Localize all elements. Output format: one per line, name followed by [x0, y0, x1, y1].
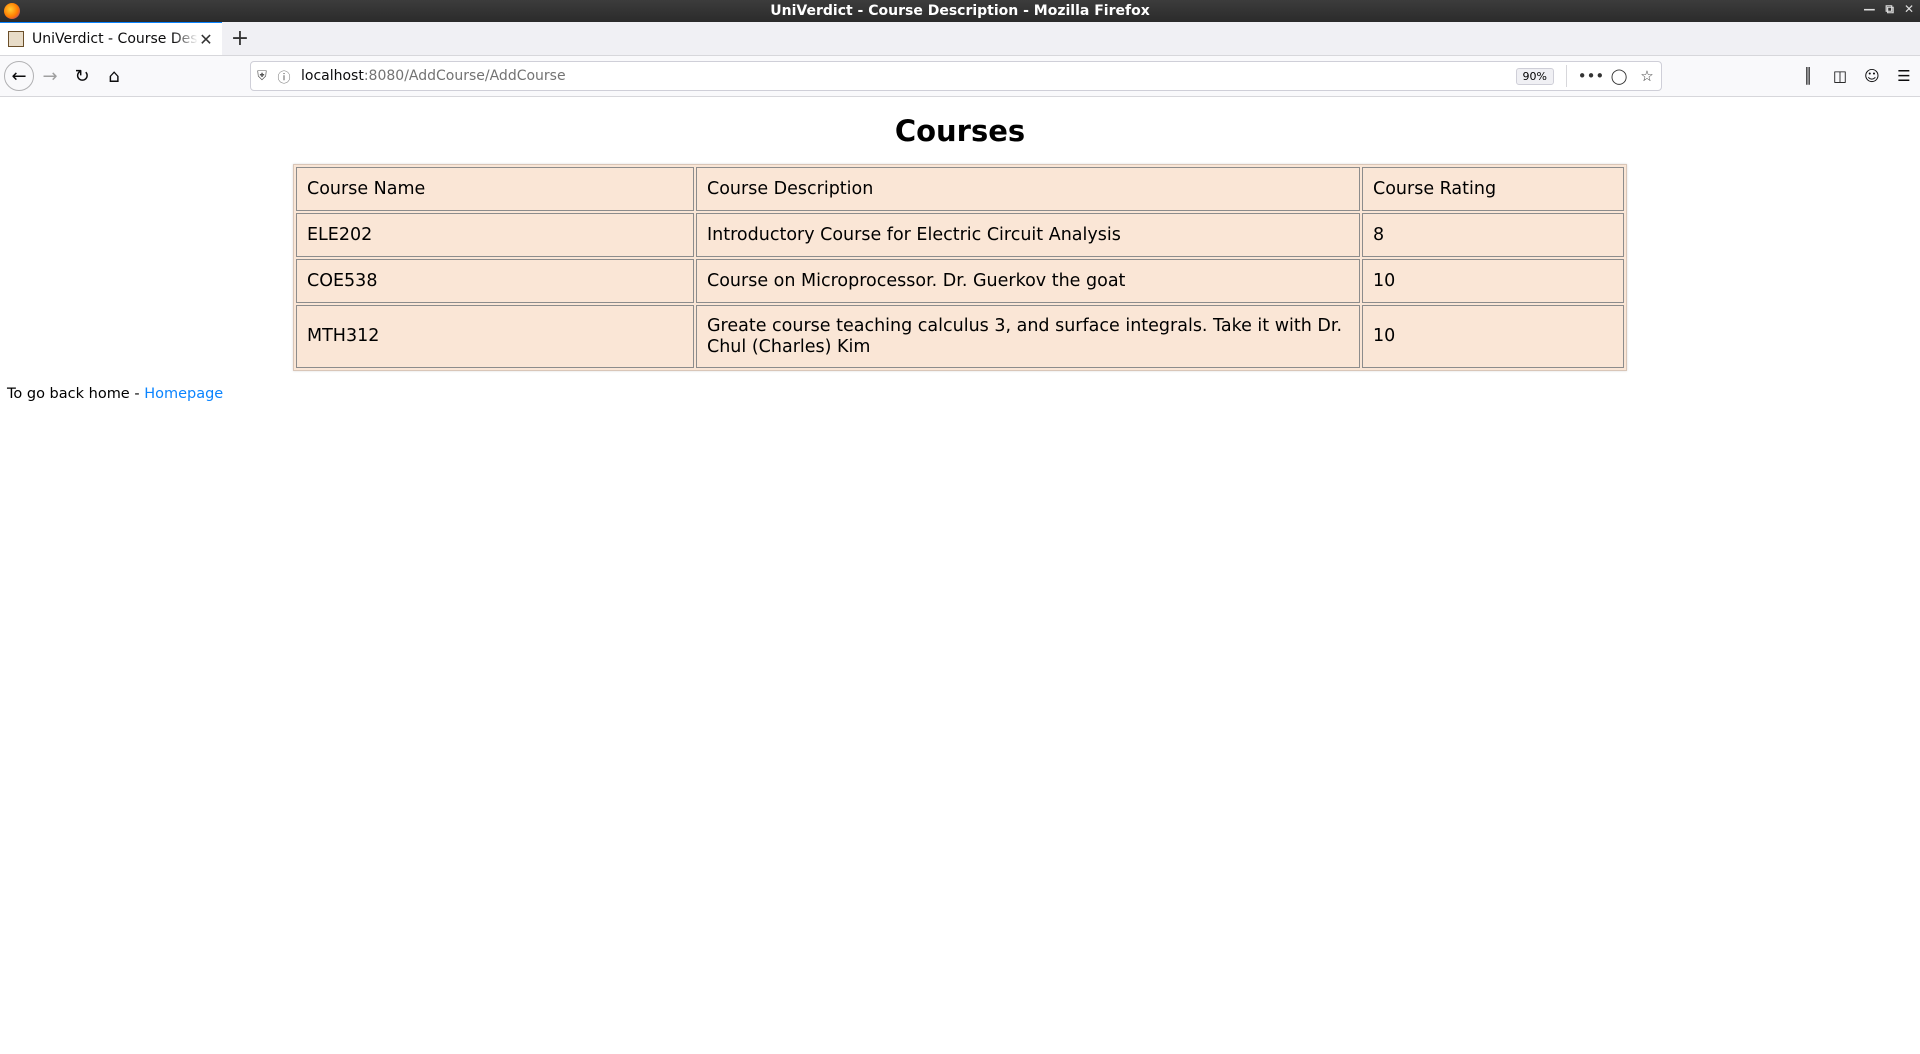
url-path: :8080/AddCourse/AddCourse	[363, 68, 566, 84]
tab-active[interactable]: UniVerdict - Course Description ✕	[0, 21, 222, 55]
back-arrow-icon[interactable]: ←	[4, 61, 34, 91]
home-icon[interactable]: ⌂	[98, 60, 130, 92]
reload-icon[interactable]: ↻	[66, 60, 98, 92]
tracking-shield-icon[interactable]: ⛨	[251, 69, 273, 84]
urlbar-separator	[1566, 65, 1567, 87]
table-row: ELE202 Introductory Course for Electric …	[296, 213, 1624, 257]
tab-close-icon[interactable]: ✕	[198, 30, 214, 49]
table-row: MTH312 Greate course teaching calculus 3…	[296, 305, 1624, 368]
zoom-level-button[interactable]: 90%	[1515, 67, 1554, 85]
page-title: Courses	[894, 114, 1026, 148]
header-course-description: Course Description	[696, 167, 1360, 211]
pocket-icon[interactable]: ◯	[1605, 67, 1633, 85]
window-titlebar: UniVerdict - Course Description - Mozill…	[0, 0, 1920, 22]
course-description-cell: Course on Microprocessor. Dr. Guerkov th…	[696, 259, 1360, 303]
toolbar-right: ║ ◫ ☺ ☰	[1792, 60, 1920, 92]
table-header-row: Course Name Course Description Course Ra…	[296, 167, 1624, 211]
page-favicon-icon	[8, 31, 24, 47]
site-info-icon[interactable]: ⓘ	[273, 67, 295, 86]
course-description-cell: Greate course teaching calculus 3, and s…	[696, 305, 1360, 368]
course-rating-cell: 10	[1362, 305, 1624, 368]
header-course-name: Course Name	[296, 167, 694, 211]
library-icon[interactable]: ║	[1792, 60, 1824, 92]
table-row: COE538 Course on Microprocessor. Dr. Gue…	[296, 259, 1624, 303]
page-content: Courses Course Name Course Description C…	[0, 114, 1920, 402]
sidebar-icon[interactable]: ◫	[1824, 60, 1856, 92]
minimize-icon[interactable]: —	[1863, 2, 1875, 17]
homepage-link[interactable]: Homepage	[144, 386, 223, 402]
tab-title: UniVerdict - Course Description	[32, 31, 198, 47]
url-text[interactable]: localhost:8080/AddCourse/AddCourse	[301, 68, 1516, 84]
restore-icon[interactable]: ⧉	[1885, 2, 1894, 17]
window-controls: — ⧉ ✕	[1863, 2, 1914, 17]
bookmark-star-icon[interactable]: ☆	[1633, 67, 1661, 85]
window-title: UniVerdict - Course Description - Mozill…	[770, 3, 1150, 19]
account-icon[interactable]: ☺	[1856, 60, 1888, 92]
course-name-cell: COE538	[296, 259, 694, 303]
forward-arrow-icon[interactable]: →	[34, 60, 66, 92]
window-close-icon[interactable]: ✕	[1904, 2, 1914, 17]
back-home-label: To go back home -	[7, 386, 145, 402]
tab-bar: UniVerdict - Course Description ✕ +	[0, 21, 1920, 56]
course-name-cell: ELE202	[296, 213, 694, 257]
header-course-rating: Course Rating	[1362, 167, 1624, 211]
url-host: localhost	[301, 68, 364, 84]
hamburger-menu-icon[interactable]: ☰	[1888, 60, 1920, 92]
url-bar[interactable]: ⛨ ⓘ localhost:8080/AddCourse/AddCourse 9…	[250, 61, 1662, 91]
course-rating-cell: 10	[1362, 259, 1624, 303]
courses-table: Course Name Course Description Course Ra…	[293, 164, 1627, 371]
course-description-cell: Introductory Course for Electric Circuit…	[696, 213, 1360, 257]
firefox-logo-icon	[4, 3, 20, 19]
navigation-toolbar: ← → ↻ ⌂ ⛨ ⓘ localhost:8080/AddCourse/Add…	[0, 56, 1920, 97]
back-home-text: To go back home - Homepage	[7, 386, 1920, 402]
page-actions-icon[interactable]: •••	[1577, 67, 1605, 85]
new-tab-button[interactable]: +	[222, 21, 258, 55]
course-name-cell: MTH312	[296, 305, 694, 368]
course-rating-cell: 8	[1362, 213, 1624, 257]
